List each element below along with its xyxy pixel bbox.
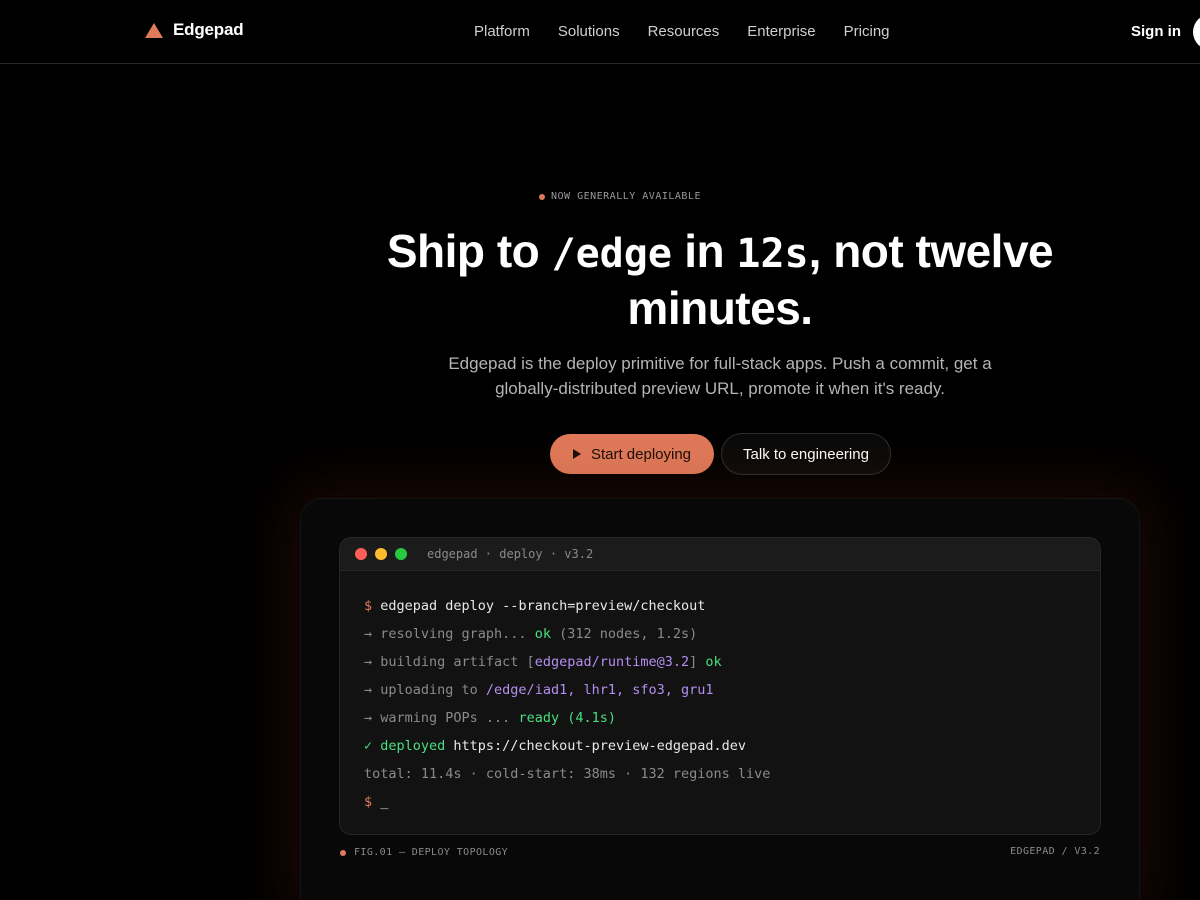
talk-to-engineering-button[interactable]: Talk to engineering [721,433,891,475]
badge-text: NOW GENERALLY AVAILABLE [551,191,701,202]
prompt-symbol: $ [364,794,373,810]
log-deployed: ✓ deployed [364,738,446,754]
start-deploying-label: Start deploying [590,445,692,463]
nav-link-pricing[interactable]: Pricing [844,23,890,40]
prompt-symbol: $ [364,598,373,614]
nav-cta-button[interactable] [1193,14,1200,50]
headline-part: Ship to [386,225,552,277]
terminal-line: $ edgepad deploy --branch=preview/checko… [364,593,1100,621]
command-text: edgepad deploy --branch=preview/checkout [372,598,706,614]
headline-mono-time: 12s [736,231,809,277]
nav-link-platform[interactable]: Platform [474,23,530,40]
nav-link-solutions[interactable]: Solutions [558,23,620,40]
headline-part: in [671,225,737,277]
play-icon [572,449,581,459]
log-text: → warming POPs ... [364,710,519,726]
deploy-url[interactable]: https://checkout-preview-edgepad.dev [445,738,746,754]
terminal-line: → building artifact [edgepad/runtime@3.2… [364,649,1100,677]
terminal-line: → warming POPs ... ready (4.1s) [364,705,1100,733]
terminal-titlebar: edgepad · deploy · v3.2 [340,538,1100,571]
log-text: (312 nodes, 1.2s) [550,626,698,642]
terminal-line: ✓ deployed https://checkout-preview-edge… [364,733,1100,761]
ga-badge: NOW GENERALLY AVAILABLE [0,191,1200,202]
terminal-window: edgepad · deploy · v3.2 $ edgepad deploy… [339,537,1101,835]
log-text: → resolving graph... [364,626,535,642]
headline-mono-edge: /edge [551,231,672,277]
log-ok: ok [705,654,722,670]
maximize-dot-icon[interactable] [395,548,407,560]
terminal-line: → uploading to /edge/iad1, lhr1, sfo3, g… [364,677,1100,705]
terminal-line: $ _ [364,789,1100,817]
close-dot-icon[interactable] [355,548,367,560]
minimize-dot-icon[interactable] [375,548,387,560]
terminal-title: edgepad · deploy · v3.2 [427,547,594,561]
hero-headline: Ship to /edge in 12s, not twelve minutes… [360,224,1080,335]
terminal-body: $ edgepad deploy --branch=preview/checko… [340,571,1100,817]
start-deploying-button[interactable]: Start deploying [550,434,714,474]
log-regions: /edge/iad1, lhr1, sfo3, gru1 [485,682,714,698]
figure-caption: FIG.01 — DEPLOY TOPOLOGY [340,847,508,858]
log-text: ] [689,654,706,670]
nav-link-resources[interactable]: Resources [648,23,720,40]
log-artifact: edgepad/runtime@3.2 [534,654,690,670]
cursor: _ [372,794,389,810]
terminal-line: → resolving graph... ok (312 nodes, 1.2s… [364,621,1100,649]
sign-in-link[interactable]: Sign in [1131,23,1181,40]
log-text: → uploading to [364,682,486,698]
top-nav: Edgepad Platform Solutions Resources Ent… [0,0,1200,64]
log-text: → building artifact [ [364,654,535,670]
badge-dot-icon [539,193,545,200]
nav-link-enterprise[interactable]: Enterprise [747,23,815,40]
triangle-logo-icon [145,22,163,38]
log-ready: ready (4.1s) [518,710,616,726]
figure-version: EDGEPAD / V3.2 [1010,846,1100,857]
log-ok: ok [534,626,551,642]
nav-links: Platform Solutions Resources Enterprise … [474,23,890,40]
brand-name: Edgepad [173,20,244,39]
terminal-summary-line: total: 11.4s · cold-start: 38ms · 132 re… [364,766,771,782]
figure-caption-text: FIG.01 — DEPLOY TOPOLOGY [354,847,509,858]
hero-subtitle: Edgepad is the deploy primitive for full… [448,354,992,398]
brand[interactable]: Edgepad [145,20,244,40]
caption-dot-icon [340,849,346,856]
